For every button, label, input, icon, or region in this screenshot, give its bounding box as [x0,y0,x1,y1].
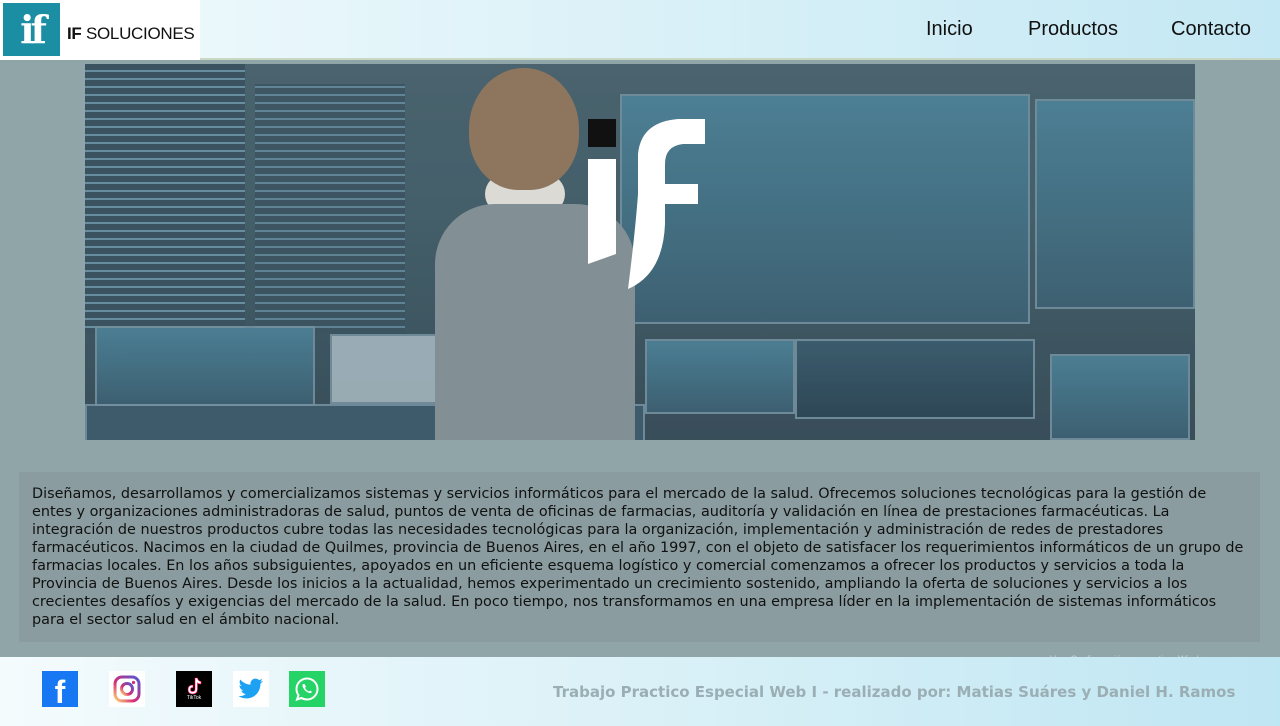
whatsapp-link[interactable] [289,671,325,707]
logo-mark-letters: if [20,7,47,52]
facebook-link[interactable]: f [42,671,78,710]
instagram-icon [113,675,141,703]
tiktok-icon [187,677,202,695]
logo[interactable]: if IF SOLUCIONES [0,0,200,60]
twitter-icon [238,678,263,699]
whatsapp-icon [295,677,319,702]
logo-text-bold: IF [67,24,82,43]
tiktok-link[interactable]: TikTok [176,671,212,707]
nav-inicio[interactable]: Inicio [926,18,973,41]
nav-productos[interactable]: Productos [1028,18,1118,41]
facebook-icon: f [54,673,66,710]
logo-text: IF SOLUCIONES [67,24,195,44]
instagram-link[interactable] [109,671,145,707]
logo-mark-icon: if [3,3,60,56]
logo-text-light: SOLUCIONES [85,24,195,43]
company-description: Diseñamos, desarrollamos y comercializam… [19,472,1260,642]
nav-contacto[interactable]: Contacto [1171,18,1251,41]
site-header: if IF SOLUCIONES Inicio Productos Contac… [0,0,1280,60]
if-logo-icon [588,119,705,289]
hero-image [85,64,1195,440]
tiktok-label: TikTok [186,695,202,701]
twitter-link[interactable] [233,671,269,707]
site-footer: f TikTok Trabajo Practico Especial Web I… [0,657,1280,726]
footer-credit: Trabajo Practico Especial Web I - realiz… [553,683,1236,701]
